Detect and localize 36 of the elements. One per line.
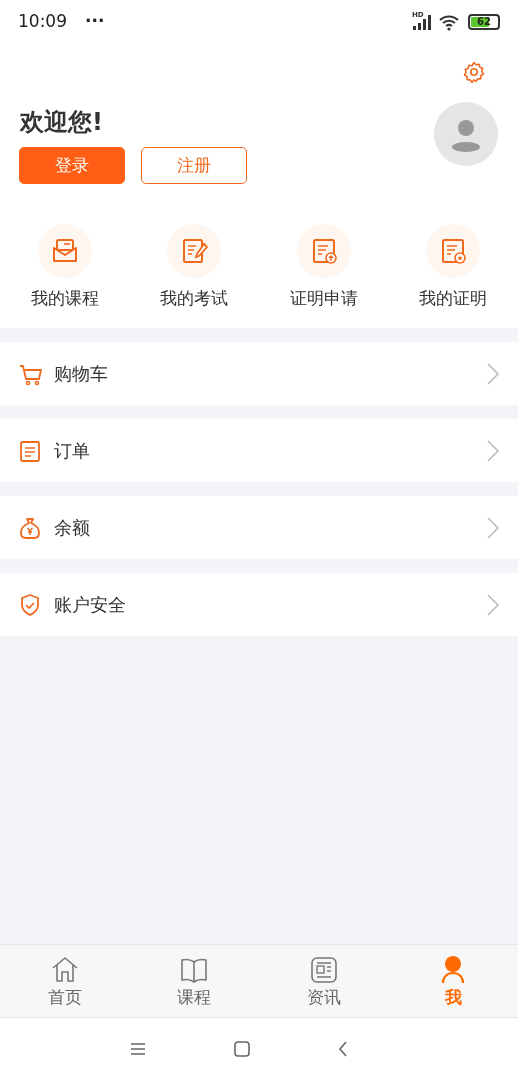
chevron-right-icon xyxy=(486,592,500,617)
status-time: 10:09 xyxy=(18,10,67,34)
more-dots: ··· xyxy=(85,10,105,34)
news-icon xyxy=(308,954,339,985)
settings-icon xyxy=(462,60,486,84)
back-icon xyxy=(338,1041,348,1057)
menu-label: 账户安全 xyxy=(54,593,126,617)
welcome-title: 欢迎您! xyxy=(20,107,103,138)
money-bag-icon xyxy=(18,515,42,540)
quick-action-label: 我的课程 xyxy=(30,287,99,310)
menu-item[interactable]: 余额 xyxy=(0,496,518,559)
home-square-icon xyxy=(234,1041,250,1057)
menu-item[interactable]: 账户安全 xyxy=(0,573,518,636)
menu-icon xyxy=(130,1042,146,1056)
wifi-icon xyxy=(438,13,460,31)
tab[interactable]: 首页 xyxy=(0,945,130,1017)
quick-action-label: 我的考试 xyxy=(160,287,229,310)
chevron-right-icon xyxy=(486,438,500,463)
quick-action-label: 我的证明 xyxy=(419,287,488,310)
chevron-right-icon xyxy=(486,515,500,540)
quick-action-label: 证明申请 xyxy=(289,287,358,310)
shield-icon xyxy=(18,592,42,617)
menu-label: 余额 xyxy=(54,516,90,540)
tab[interactable]: 课程 xyxy=(129,945,259,1017)
quick-action[interactable]: 我的考试 xyxy=(129,224,259,312)
quick-action[interactable]: 我的证明 xyxy=(388,224,518,312)
quick-action[interactable]: 我的课程 xyxy=(0,224,130,312)
tab[interactable]: 资讯 xyxy=(259,945,389,1017)
quick-action[interactable]: 证明申请 xyxy=(259,224,389,312)
menu-item[interactable]: 购物车 xyxy=(0,342,518,405)
document-icon xyxy=(18,438,42,463)
chevron-right-icon xyxy=(486,361,500,386)
menu-item[interactable]: 订单 xyxy=(0,419,518,482)
signal-icon xyxy=(412,14,432,30)
menu-label: 购物车 xyxy=(54,362,108,386)
menu-label: 订单 xyxy=(54,439,90,463)
